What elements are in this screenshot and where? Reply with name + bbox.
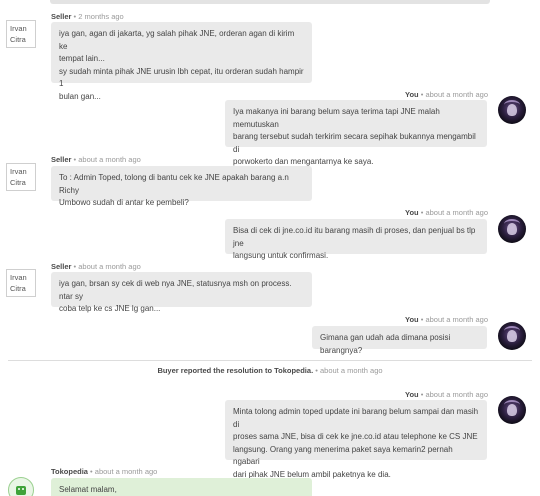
- meta-separator: •: [420, 90, 424, 99]
- message-line: To : Admin Toped, tolong di bantu cek ke…: [59, 173, 289, 195]
- message-meta: You • about a month ago: [405, 208, 488, 217]
- message-line: langsung. Orang yang menerima paket saya…: [233, 444, 453, 467]
- message-time: about a month ago: [94, 467, 158, 476]
- seller-name-box[interactable]: Irvan Citra: [6, 269, 36, 297]
- buyer-avatar[interactable]: [498, 322, 526, 350]
- message-time: about a month ago: [78, 262, 141, 271]
- seller-last-name: Citra: [10, 284, 26, 293]
- sender-name: You: [405, 90, 419, 99]
- message-line: Gimana gan udah ada dimana posisi barang…: [320, 333, 451, 355]
- message-time: about a month ago: [425, 315, 488, 324]
- message-line: langsung untuk confirmasi.: [233, 251, 329, 260]
- message-time: about a month ago: [425, 208, 488, 217]
- buyer-message-bubble: Iya makanya ini barang belum saya terima…: [225, 100, 487, 166]
- meta-separator: •: [420, 208, 424, 217]
- sender-name: Seller: [51, 262, 72, 271]
- seller-first-name: Irvan: [10, 273, 27, 282]
- seller-name-box[interactable]: Irvan Citra: [6, 20, 36, 48]
- buyer-avatar[interactable]: [498, 215, 526, 243]
- system-event-text: Buyer reported the resolution to Tokoped…: [157, 366, 314, 375]
- message-time: about a month ago: [425, 390, 488, 399]
- seller-last-name: Citra: [10, 178, 26, 187]
- message-meta: Seller • about a month ago: [51, 262, 141, 271]
- message-line: iya gan, agan di jakarta, yg salah pihak…: [59, 29, 295, 51]
- tokopedia-message-bubble: Selamat malam,: [51, 478, 312, 496]
- seller-message-bubble: iya gan, agan di jakarta, yg salah pihak…: [51, 22, 312, 101]
- message-line: iya gan, brsan sy cek di web nya JNE, st…: [59, 279, 292, 301]
- sender-name: Seller: [51, 155, 72, 164]
- message-line: Umbowo sudah di antar ke pembeli?: [59, 198, 189, 207]
- message-meta: Seller • 2 months ago: [51, 12, 124, 21]
- meta-separator: •: [420, 390, 424, 399]
- sender-name: You: [405, 208, 419, 217]
- message-meta: Seller • about a month ago: [51, 155, 141, 164]
- seller-first-name: Irvan: [10, 167, 27, 176]
- message-line: Bisa di cek di jne.co.id itu barang masi…: [233, 226, 476, 248]
- system-divider: [8, 360, 532, 361]
- message-time: 2 months ago: [78, 12, 124, 21]
- seller-message-bubble: To : Admin Toped, tolong di bantu cek ke…: [51, 166, 312, 207]
- buyer-message-bubble: Bisa di cek di jne.co.id itu barang masi…: [225, 219, 487, 260]
- system-event-time: about a month ago: [319, 366, 383, 375]
- sender-name: You: [405, 315, 419, 324]
- sender-name: Seller: [51, 12, 72, 21]
- message-line: Selamat malam,: [59, 485, 117, 494]
- seller-last-name: Citra: [10, 35, 26, 44]
- buyer-avatar[interactable]: [498, 396, 526, 424]
- sender-name: Tokopedia: [51, 467, 88, 476]
- buyer-message-bubble: Minta tolong admin toped update ini bara…: [225, 400, 487, 479]
- message-line: barang tersebut sudah terkirim secara se…: [233, 132, 476, 154]
- message-line: Iya makanya ini barang belum saya terima…: [233, 107, 440, 129]
- seller-name-box[interactable]: Irvan Citra: [6, 163, 36, 191]
- sender-name: You: [405, 390, 419, 399]
- message-line: Minta tolong admin toped update ini bara…: [233, 407, 479, 429]
- message-time: about a month ago: [425, 90, 488, 99]
- message-line: coba telp ke cs JNE lg gan...: [59, 304, 161, 313]
- meta-separator: •: [73, 12, 77, 21]
- meta-separator: •: [73, 262, 77, 271]
- message-line: tempat lain...: [59, 54, 105, 63]
- message-time: about a month ago: [78, 155, 141, 164]
- message-meta: You • about a month ago: [405, 315, 488, 324]
- meta-separator: •: [315, 366, 318, 375]
- buyer-message-bubble: Gimana gan udah ada dimana posisi barang…: [312, 326, 487, 355]
- tokopedia-logo-icon: [8, 477, 34, 496]
- seller-message-bubble: iya gan, brsan sy cek di web nya JNE, st…: [51, 272, 312, 313]
- seller-first-name: Irvan: [10, 24, 27, 33]
- system-event: Buyer reported the resolution to Tokoped…: [0, 366, 540, 375]
- meta-separator: •: [90, 467, 93, 476]
- message-meta: You • about a month ago: [405, 390, 488, 399]
- meta-separator: •: [420, 315, 424, 324]
- buyer-avatar[interactable]: [498, 96, 526, 124]
- previous-message-edge: [50, 0, 490, 4]
- meta-separator: •: [73, 155, 77, 164]
- message-meta: You • about a month ago: [405, 90, 488, 99]
- message-meta: Tokopedia • about a month ago: [51, 467, 157, 476]
- message-line: proses sama JNE, bisa di cek ke jne.co.i…: [233, 432, 478, 441]
- message-line: sy sudah minta pihak JNE urusin lbh cepa…: [59, 66, 304, 89]
